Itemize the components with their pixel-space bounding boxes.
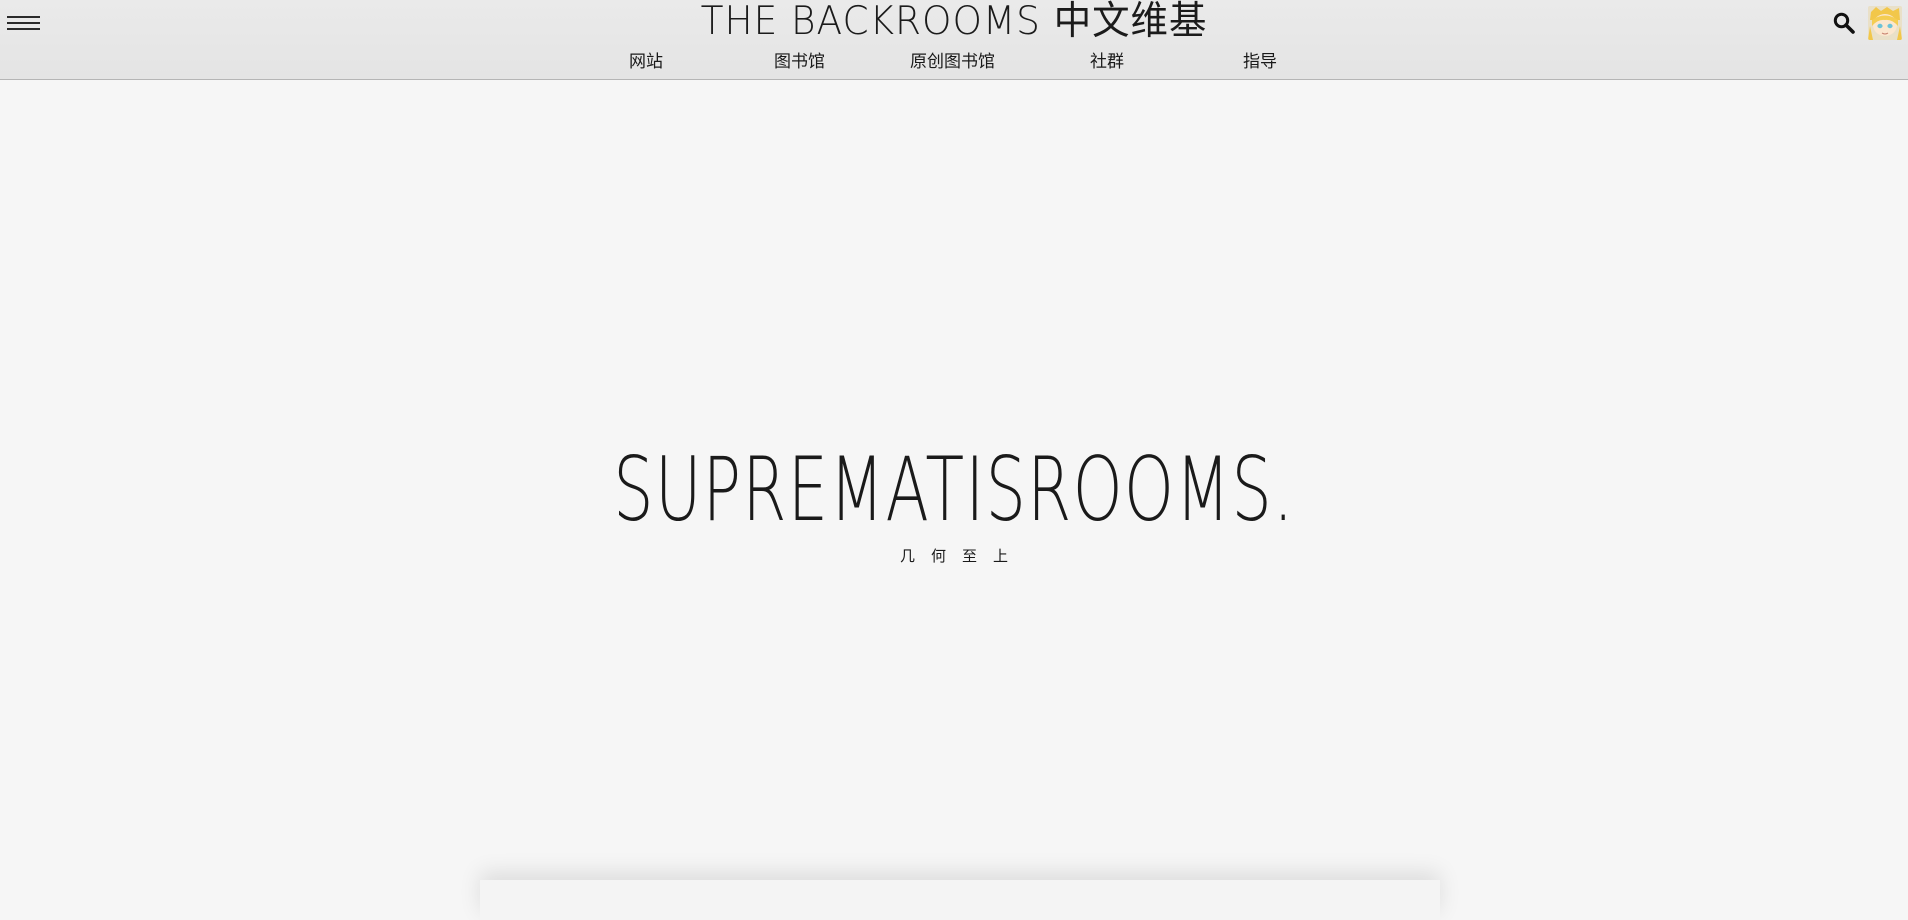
user-avatar-icon[interactable] [1868, 6, 1902, 40]
hero-title: SUPREMATISROOMS. [613, 438, 1295, 541]
nav-item-website[interactable]: 网站 [629, 50, 663, 74]
nav-item-library[interactable]: 图书馆 [774, 50, 825, 74]
nav-item-original-library[interactable]: 原创图书馆 [910, 50, 995, 74]
site-title[interactable]: THE BACKROOMS 中文维基 [38, 0, 1870, 44]
top-nav: 网站 图书馆 原创图书馆 社群 指导 [0, 50, 1908, 74]
hamburger-menu-icon[interactable] [7, 14, 41, 32]
nav-item-guide[interactable]: 指导 [1243, 50, 1277, 74]
nav-item-community[interactable]: 社群 [1090, 50, 1124, 74]
content-panel-edge [480, 880, 1440, 920]
search-icon[interactable] [1832, 11, 1856, 35]
hero-subtitle: 几何至上 [899, 547, 1024, 565]
site-header: THE BACKROOMS 中文维基 网站 图书馆 原创图书馆 社群 指导 [0, 0, 1908, 80]
